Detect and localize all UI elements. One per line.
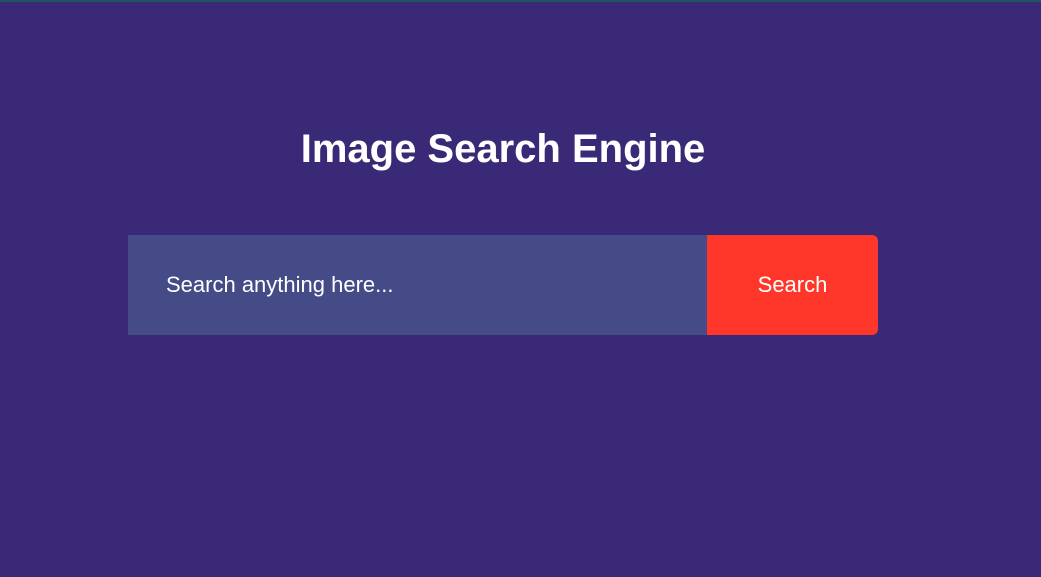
top-strip [0, 0, 1041, 2]
search-input[interactable] [128, 235, 707, 335]
page-title: Image Search Engine [300, 127, 706, 171]
page: Image Search Engine Search [0, 0, 1041, 577]
search-form: Search [128, 235, 878, 335]
search-button[interactable]: Search [707, 235, 878, 335]
